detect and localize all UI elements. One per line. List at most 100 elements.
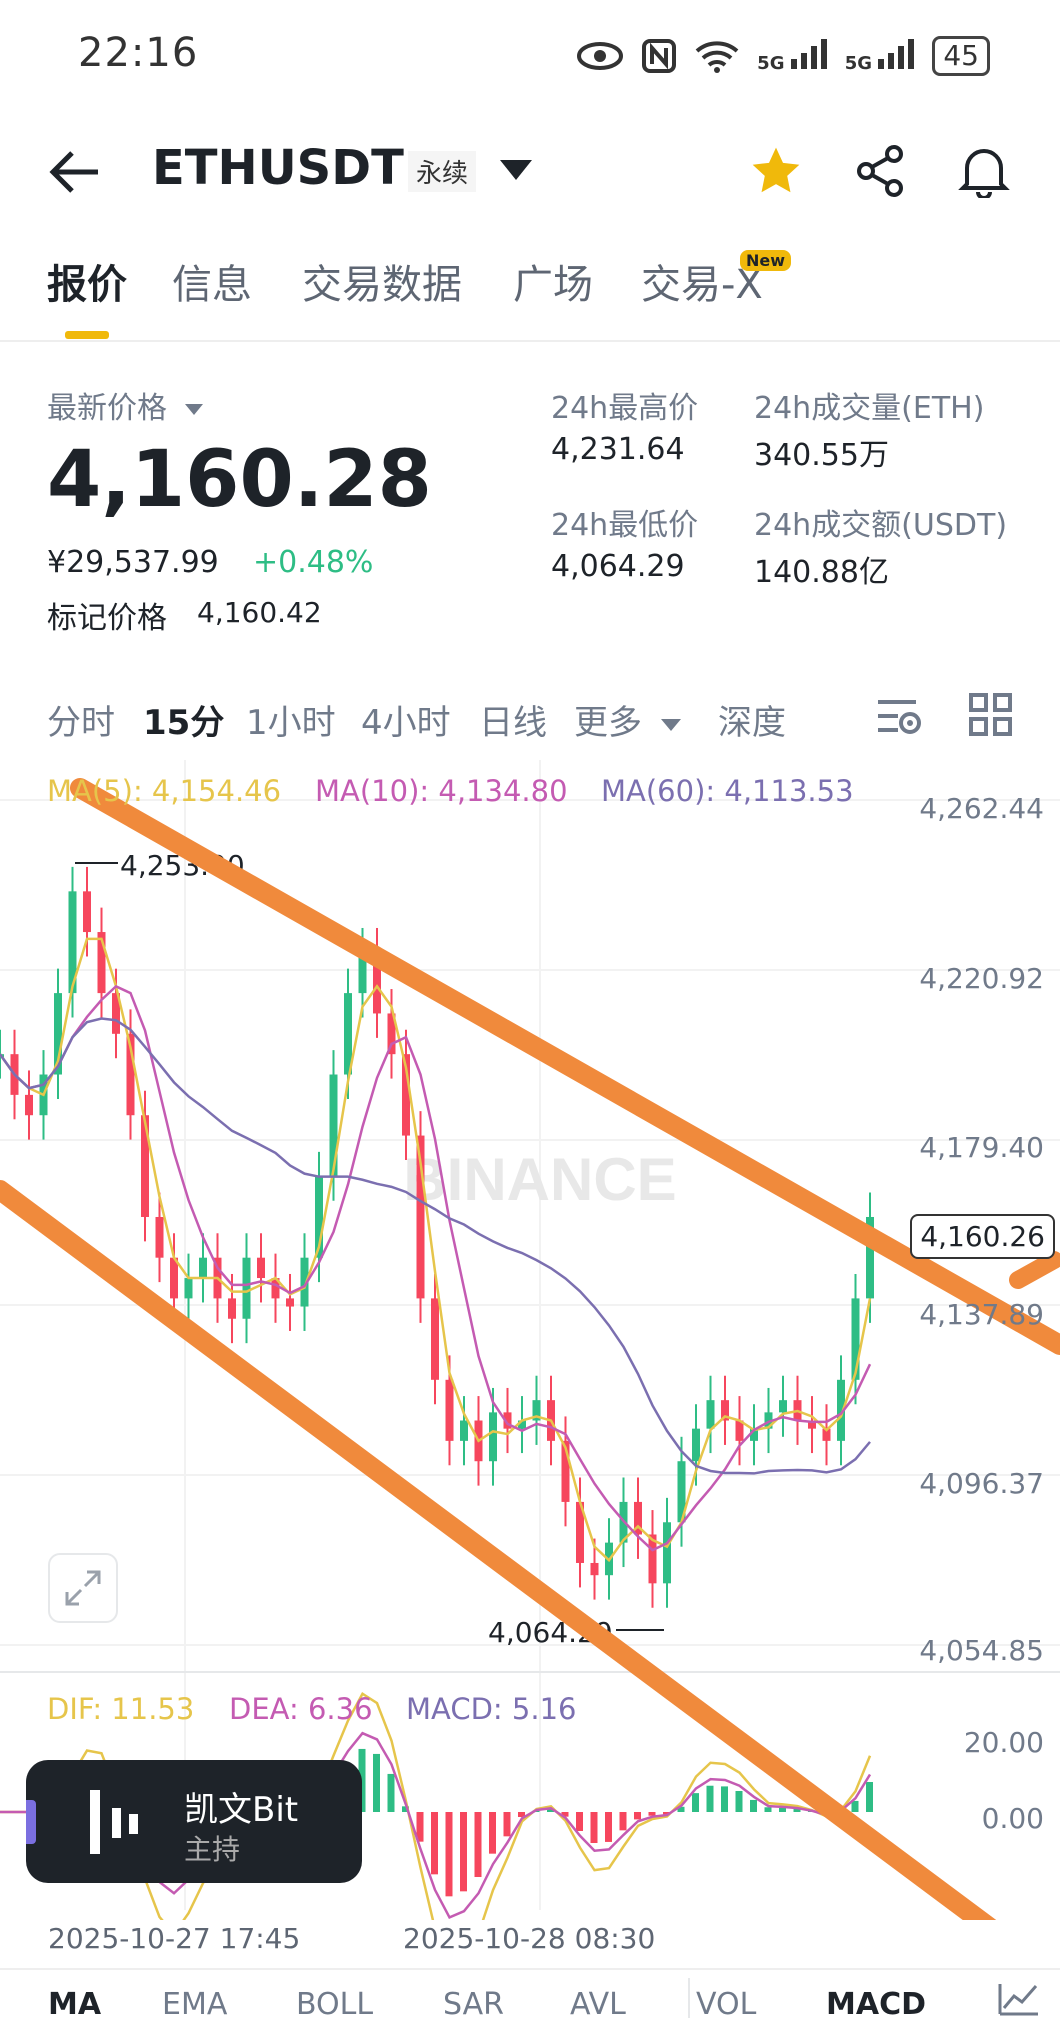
fullscreen-button[interactable] — [48, 1553, 118, 1623]
last-price: 4,160.28 — [47, 435, 432, 525]
macd-bar — [460, 1812, 467, 1892]
macd-bar — [750, 1799, 757, 1812]
tab-trading-data[interactable]: 交易数据 — [302, 252, 462, 310]
macd-bar — [634, 1812, 641, 1820]
last-price-label-text: 最新价格 — [47, 391, 167, 426]
star-icon[interactable] — [748, 143, 804, 199]
macd-dif-legend: DIF: 11.53 — [47, 1692, 195, 1726]
tab-square[interactable]: 广场 — [513, 252, 593, 310]
signal-2-icon: 5G — [844, 38, 915, 74]
macd-bar — [866, 1782, 873, 1812]
interval-daily[interactable]: 日线 — [479, 695, 547, 744]
interval-4h[interactable]: 4小时 — [361, 695, 451, 744]
candle-body — [170, 1257, 178, 1299]
candle-body — [257, 1257, 265, 1279]
interval-more[interactable]: 更多 — [574, 695, 681, 744]
binance-watermark: BINANCE — [403, 1146, 676, 1213]
macd-bar — [721, 1786, 728, 1812]
macd-bar — [590, 1812, 598, 1843]
candle-body — [83, 891, 91, 933]
macd-bar — [735, 1791, 743, 1812]
y-tick: 4,137.89 — [919, 1298, 1044, 1331]
layout-grid-icon[interactable] — [968, 692, 1014, 738]
candle-body — [692, 1428, 700, 1462]
kline-chart[interactable]: BINANCE 4,253.00 4,064.29 — [0, 760, 1060, 1920]
indicator-ema[interactable]: EMA — [162, 1987, 227, 2022]
y-tick: 4,262.44 — [919, 792, 1044, 825]
macd-value-legend: MACD: 5.16 — [406, 1692, 577, 1726]
status-icons: 5G 5G 45 — [577, 36, 990, 76]
eye-icon — [577, 42, 624, 70]
x-tick: 2025-10-27 17:45 — [48, 1922, 301, 1955]
interval-depth[interactable]: 深度 — [718, 695, 786, 744]
candles-group — [0, 866, 874, 1608]
share-icon[interactable] — [854, 144, 908, 198]
host-name: 凯文Bit — [184, 1790, 299, 1830]
macd-bar — [692, 1793, 699, 1812]
network-2-label: 5G — [844, 52, 873, 74]
high-value: 4,231.64 — [551, 432, 685, 467]
nfc-icon — [642, 39, 677, 73]
symbol-title[interactable]: ETHUSDT — [152, 140, 404, 196]
candle-body — [242, 1257, 251, 1319]
status-time: 22:16 — [78, 30, 199, 76]
host-pill-accent — [26, 1800, 36, 1844]
candle-body — [329, 1074, 338, 1177]
candle-body — [199, 1257, 207, 1279]
candle-body — [663, 1522, 671, 1584]
last-price-label[interactable]: 最新价格 — [47, 383, 203, 427]
interval-15m[interactable]: 15分 — [143, 695, 224, 744]
macd-bar — [706, 1785, 714, 1812]
contract-type-tag: 永续 — [408, 151, 477, 192]
macd-bar — [373, 1753, 380, 1812]
volume-usdt-label: 24h成交额(USDT) — [754, 508, 1008, 543]
high-label: 24h最高价 — [551, 391, 699, 426]
macd-bar — [387, 1773, 395, 1812]
volume-eth-label: 24h成交量(ETH) — [754, 391, 985, 426]
macd-bar — [605, 1812, 612, 1842]
low-value: 4,064.29 — [551, 549, 685, 584]
macd-bar — [445, 1812, 453, 1897]
interval-timeline[interactable]: 分时 — [47, 695, 115, 744]
bell-icon[interactable] — [957, 142, 1011, 198]
tab-info[interactable]: 信息 — [172, 252, 252, 310]
candle-body — [155, 1216, 164, 1258]
candle-body — [460, 1420, 468, 1441]
candle-body — [779, 1400, 787, 1413]
expand-icon — [65, 1570, 101, 1606]
caret-down-icon — [184, 404, 203, 415]
indicator-ma[interactable]: MA — [48, 1987, 101, 2022]
macd-bar — [474, 1812, 482, 1877]
macd-bar — [779, 1807, 786, 1812]
candle-body — [228, 1298, 236, 1319]
low-label: 24h最低价 — [551, 508, 699, 543]
indicator-vol[interactable]: VOL — [696, 1987, 756, 2022]
indicator-avl[interactable]: AVL — [570, 1987, 626, 2022]
back-arrow-icon[interactable] — [48, 145, 102, 199]
candle-body — [286, 1298, 294, 1307]
macd-bar — [764, 1807, 772, 1812]
price-change: +0.48% — [253, 545, 374, 580]
symbol-dropdown-icon[interactable] — [500, 160, 532, 180]
y-tick: 4,220.92 — [919, 962, 1044, 995]
macd-bar — [619, 1812, 627, 1831]
indicator-settings-icon[interactable] — [876, 694, 922, 738]
battery-icon: 45 — [932, 36, 990, 76]
ma5-legend: MA(5): 4,154.46 — [47, 774, 282, 808]
macd-bar — [851, 1800, 859, 1812]
y-tick: 4,179.40 — [919, 1131, 1044, 1164]
macd-y-tick: 0.00 — [981, 1802, 1044, 1835]
interval-1h[interactable]: 1小时 — [246, 695, 336, 744]
candle-body — [445, 1379, 454, 1441]
tab-quote[interactable]: 报价 — [47, 252, 127, 310]
macd-bar — [431, 1812, 438, 1875]
trendline-marker — [1009, 1251, 1060, 1289]
indicator-sar[interactable]: SAR — [443, 1987, 504, 2022]
indicator-macd[interactable]: MACD — [826, 1987, 926, 2022]
indicator-boll[interactable]: BOLL — [296, 1987, 373, 2022]
active-tab-indicator — [65, 331, 109, 339]
macd-bar — [489, 1812, 496, 1854]
host-logo-icon — [90, 1790, 138, 1854]
chart-tools-icon[interactable] — [996, 1980, 1040, 2016]
indicator-divider — [0, 1968, 1060, 1970]
